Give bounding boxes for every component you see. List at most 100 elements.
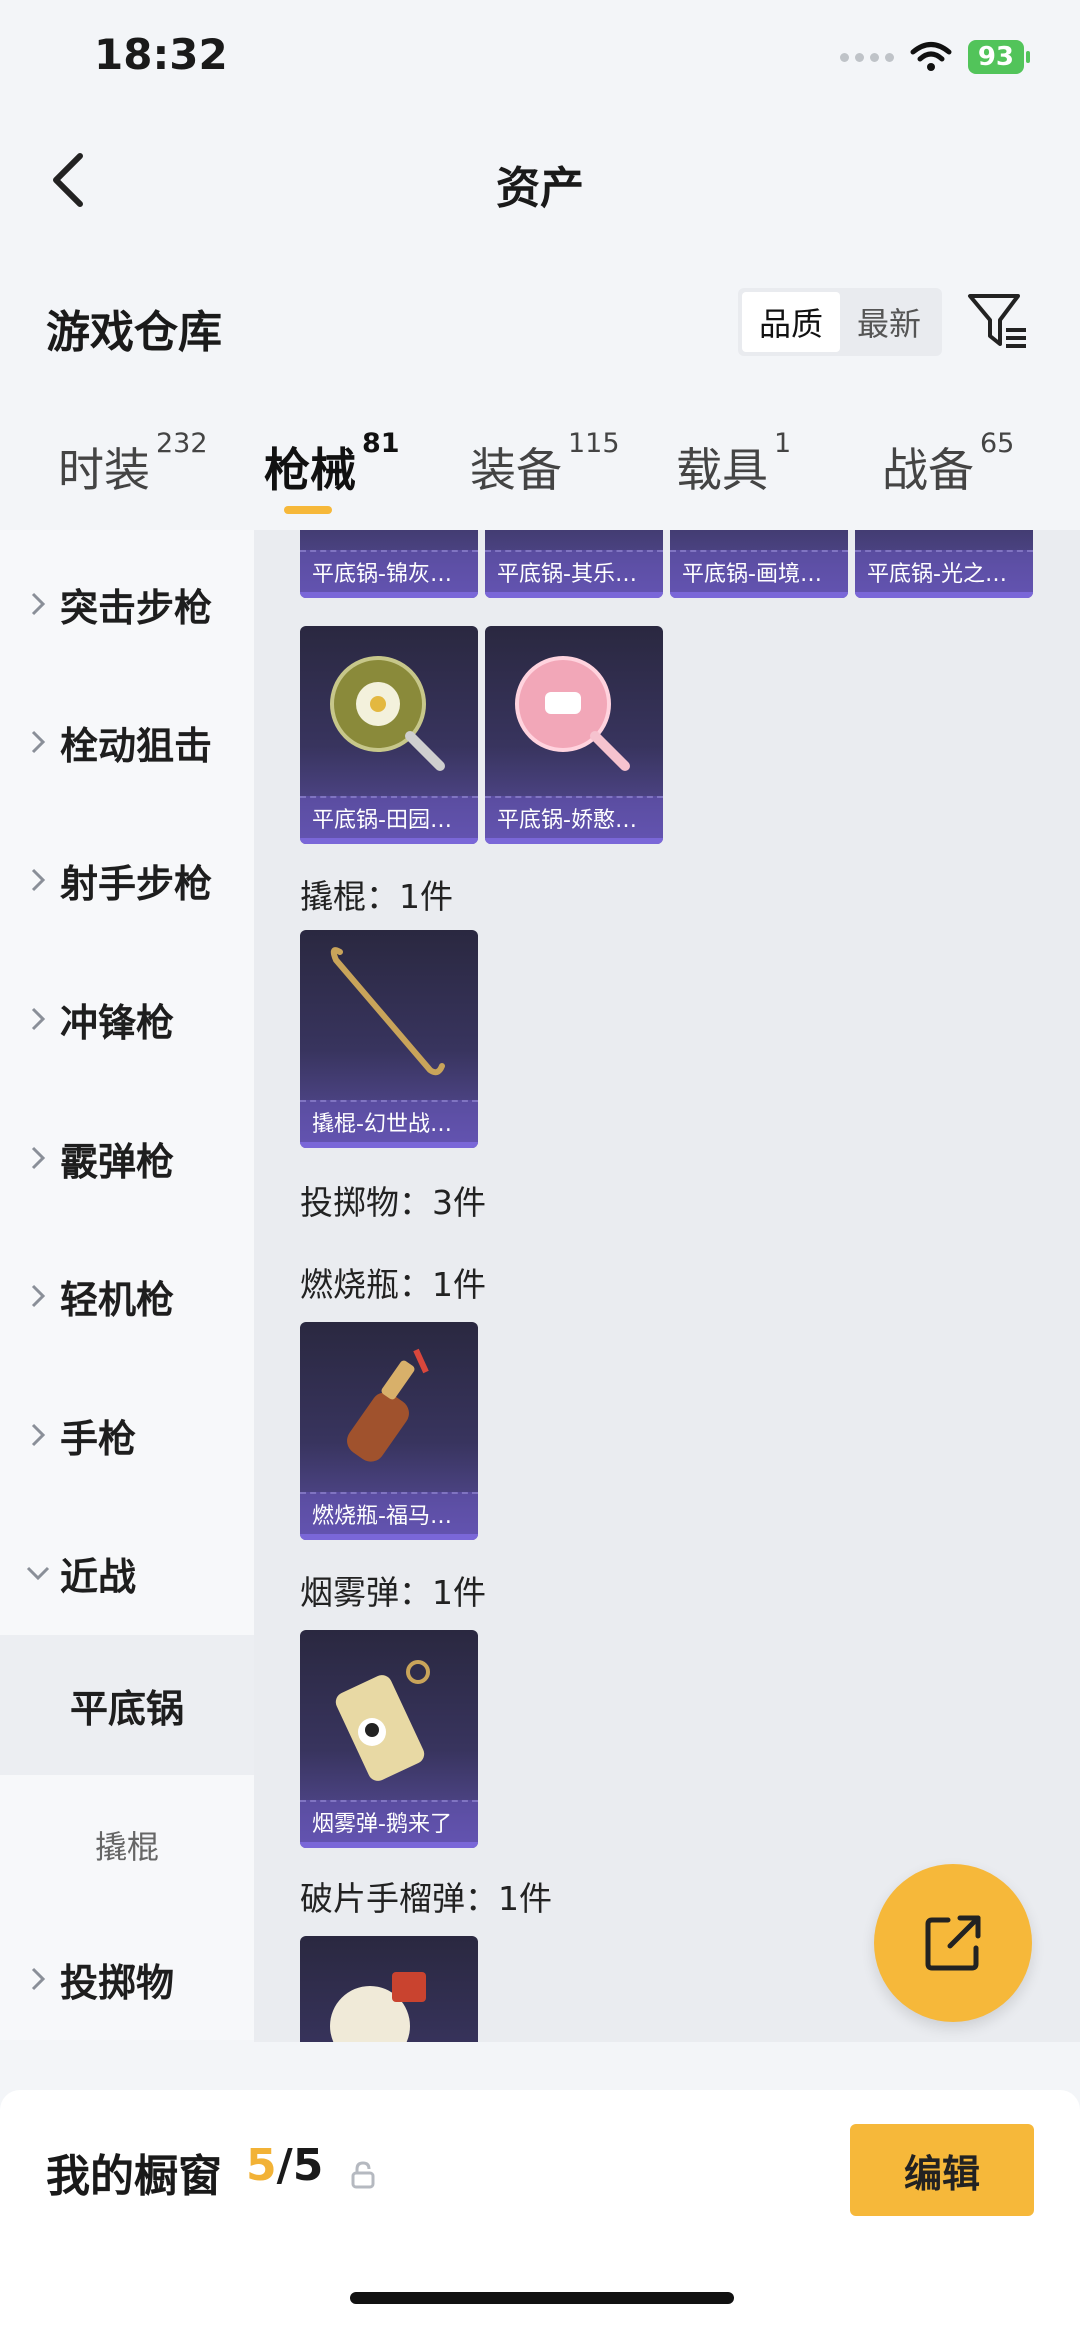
item-card-pan-5[interactable]: 平底锅-田园… — [300, 626, 478, 844]
item-card-pan-2[interactable]: 平底锅-其乐… — [485, 530, 663, 598]
item-card-frag-1[interactable] — [300, 1936, 478, 2042]
sidebar-subitem-label: 平底锅 — [69, 1686, 184, 1731]
sidebar-item-assault-rifle[interactable]: 突击步枪 — [0, 535, 254, 673]
category-tabs: 时装 232 枪械 81 装备 115 载具 1 战备 65 — [0, 420, 1080, 530]
sidebar-subitem-frying-pan[interactable]: 平底锅 — [0, 1635, 254, 1775]
card-name: 平底锅-娇憨… — [497, 808, 637, 833]
share-button[interactable] — [874, 1864, 1032, 2022]
section-label-molotov: 燃烧瓶：1件 — [300, 1265, 486, 1304]
category-sidebar: 突击步枪 栓动狙击 射手步枪 冲锋枪 霰弹枪 轻机枪 手枪 近战 平底锅 撬棍 … — [0, 530, 254, 2040]
card-rarity-line — [300, 592, 478, 598]
sidebar-item-label: 投掷物 — [60, 1960, 175, 2005]
status-time: 18:32 — [94, 30, 228, 79]
card-rarity-line — [485, 592, 663, 598]
item-card-smoke-1[interactable]: 烟雾弹-鹅来了 — [300, 1630, 478, 1848]
sidebar-subitem-crowbar[interactable]: 撬棍 — [0, 1775, 254, 1915]
tab-label: 战备 — [882, 443, 974, 497]
sidebar-item-label: 手枪 — [60, 1416, 137, 1461]
sort-option-latest[interactable]: 最新 — [840, 292, 938, 352]
item-card-pan-1[interactable]: 平底锅-锦灰… — [300, 530, 478, 598]
card-name: 烟雾弹-鹅来了 — [312, 1812, 452, 1837]
section-label-smoke: 烟雾弹：1件 — [300, 1573, 486, 1612]
sidebar-item-pistol[interactable]: 手枪 — [0, 1366, 254, 1504]
card-rarity-line — [300, 838, 478, 844]
chevron-right-icon — [20, 867, 56, 893]
sidebar-item-bolt-sniper[interactable]: 栓动狙击 — [0, 673, 254, 811]
sort-toggle: 品质 最新 — [738, 288, 942, 356]
chevron-right-icon — [20, 1422, 56, 1448]
tab-label: 载具 — [676, 443, 768, 497]
tab-vehicles[interactable]: 载具 1 — [676, 428, 791, 500]
section-label-crowbar: 撬棍：1件 — [300, 877, 453, 916]
sidebar-item-lmg[interactable]: 轻机枪 — [0, 1227, 254, 1365]
status-bar: 18:32 93 — [0, 0, 1080, 120]
showcase-count: 5/5 — [246, 2140, 323, 2191]
tab-equipment[interactable]: 装备 115 — [470, 428, 620, 500]
crowbar-icon — [330, 947, 445, 1076]
item-card-pan-6[interactable]: 平底锅-娇憨… — [485, 626, 663, 844]
sidebar-subitem-label: 撬棍 — [94, 1828, 159, 1866]
filter-button[interactable] — [966, 290, 1030, 354]
sort-option-quality[interactable]: 品质 — [742, 292, 840, 352]
chevron-right-icon — [20, 729, 56, 755]
section-label-throwables: 投掷物：3件 — [300, 1183, 486, 1222]
sidebar-item-label: 霰弹枪 — [60, 1139, 175, 1184]
battery-indicator: 93 — [967, 40, 1031, 74]
sidebar-item-label: 冲锋枪 — [60, 1000, 175, 1045]
filter-icon — [968, 294, 1026, 348]
sidebar-item-label: 轻机枪 — [60, 1277, 175, 1322]
tab-label: 时装 — [58, 443, 150, 497]
showcase-label: 我的橱窗 — [46, 2151, 222, 2202]
card-rarity-line — [485, 838, 663, 844]
card-rarity-line — [300, 1142, 478, 1148]
card-rarity-line — [300, 1842, 478, 1848]
card-name: 平底锅-其乐… — [497, 562, 637, 587]
item-card-crowbar-1[interactable]: 撬棍-幻世战… — [300, 930, 478, 1148]
tab-count: 232 — [156, 428, 208, 459]
wifi-icon — [910, 42, 952, 71]
sidebar-item-melee[interactable]: 近战 — [0, 1504, 254, 1642]
frag-grenade-icon — [330, 1972, 426, 2042]
item-card-pan-3[interactable]: 平底锅-画境… — [670, 530, 848, 598]
frying-pan-icon — [330, 656, 445, 771]
sidebar-item-shotgun[interactable]: 霰弹枪 — [0, 1089, 254, 1227]
chevron-down-icon — [20, 1565, 56, 1581]
card-name: 撬棍-幻世战… — [312, 1112, 452, 1137]
card-name: 平底锅-锦灰… — [312, 562, 452, 587]
home-indicator[interactable] — [350, 2292, 734, 2304]
card-rarity-line — [300, 1534, 478, 1540]
battery-level: 93 — [977, 42, 1014, 72]
tab-supplies[interactable]: 战备 65 — [882, 428, 1014, 500]
card-name: 平底锅-田园… — [312, 808, 452, 833]
item-card-molotov-1[interactable]: 燃烧瓶-福马… — [300, 1322, 478, 1540]
sidebar-item-label: 突击步枪 — [60, 585, 213, 630]
card-name: 燃烧瓶-福马… — [312, 1504, 452, 1529]
status-icons: 93 — [839, 40, 1031, 74]
warehouse-title: 游戏仓库 — [46, 307, 222, 358]
tab-firearms[interactable]: 枪械 81 — [264, 428, 400, 500]
chevron-right-icon — [20, 1145, 56, 1171]
section-label-frag: 破片手榴弹：1件 — [300, 1879, 552, 1918]
chevron-right-icon — [20, 1966, 56, 1992]
molotov-icon — [347, 1348, 429, 1462]
share-icon — [925, 1915, 981, 1971]
edit-button[interactable]: 编辑 — [850, 2124, 1034, 2216]
tab-count: 65 — [980, 428, 1015, 459]
tab-count: 1 — [774, 428, 792, 459]
card-name: 平底锅-光之… — [867, 562, 1007, 587]
card-name: 平底锅-画境… — [682, 562, 822, 587]
lock-icon[interactable] — [350, 2160, 376, 2190]
tab-label: 装备 — [470, 443, 562, 497]
tab-label: 枪械 — [264, 443, 356, 497]
page-title: 资产 — [496, 163, 584, 214]
sidebar-item-smg[interactable]: 冲锋枪 — [0, 950, 254, 1088]
chevron-right-icon — [20, 1006, 56, 1032]
sidebar-item-throwables[interactable]: 投掷物 — [0, 1910, 254, 2048]
sidebar-item-marksman-rifle[interactable]: 射手步枪 — [0, 811, 254, 949]
nav-bar: 资产 — [0, 120, 1080, 240]
card-rarity-line — [855, 592, 1033, 598]
tab-fashion[interactable]: 时装 232 — [58, 428, 208, 500]
card-rarity-line — [670, 592, 848, 598]
item-card-pan-4[interactable]: 平底锅-光之… — [855, 530, 1033, 598]
signal-icon — [839, 52, 894, 62]
